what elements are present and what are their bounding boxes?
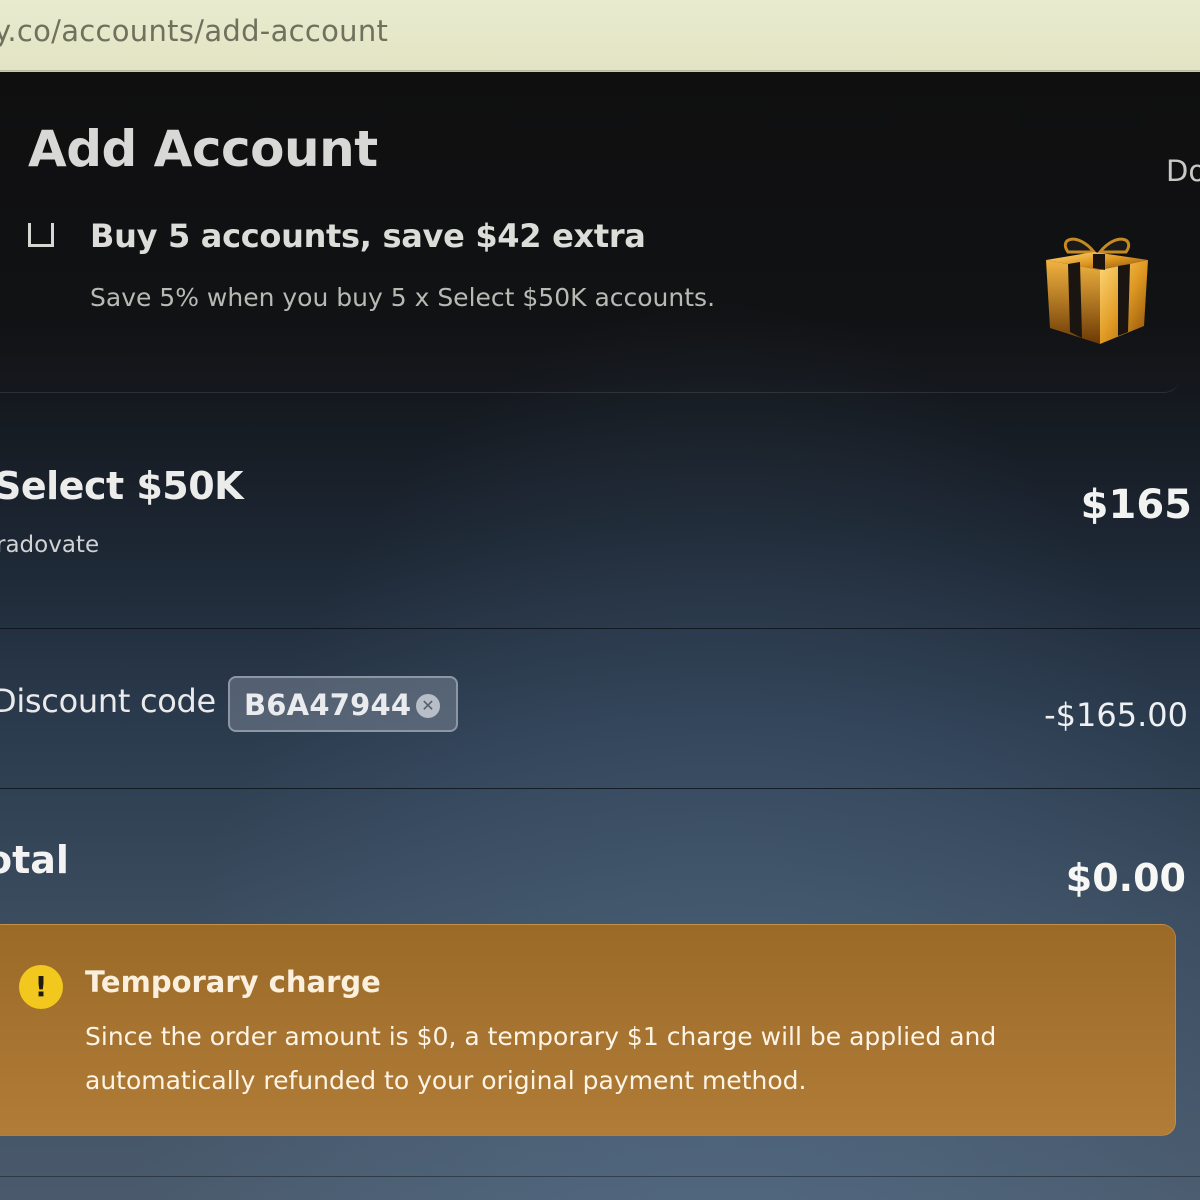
discount-code-value: B6A47944 [244, 688, 412, 722]
product-price: $165 [1080, 482, 1192, 528]
alert-title: Temporary charge [85, 965, 381, 999]
discount-code-chip: B6A47944 ✕ [228, 676, 458, 732]
divider [0, 788, 1200, 789]
bundle-offer-card[interactable]: Buy 5 accounts, save $42 extra Save 5% w… [0, 187, 1180, 393]
alert-body: Since the order amount is $0, a temporar… [85, 1022, 997, 1095]
browser-address-bar[interactable]: y.co/accounts/add-account [0, 0, 1200, 71]
discount-amount: -$165.00 [1044, 696, 1188, 734]
product-platform: radovate [0, 532, 100, 558]
remove-discount-icon[interactable]: ✕ [416, 694, 440, 718]
gift-icon [1046, 237, 1148, 344]
bundle-checkbox[interactable] [28, 223, 54, 247]
url-text[interactable]: y.co/accounts/add-account [0, 14, 388, 48]
bundle-offer-subtitle: Save 5% when you buy 5 x Select $50K acc… [90, 283, 716, 312]
top-right-link[interactable]: Do [1166, 154, 1200, 188]
page-title: Add Account [28, 120, 378, 178]
product-name: Select $50K [0, 464, 244, 508]
total-amount: $0.00 [1065, 856, 1186, 900]
bundle-offer-title: Buy 5 accounts, save $42 extra [90, 217, 646, 255]
add-account-page: Add Account Do Buy 5 accounts, save $42 … [0, 72, 1200, 1200]
discount-code-label: Discount code [0, 682, 216, 720]
divider [0, 628, 1200, 629]
temporary-charge-alert: ! Temporary charge Since the order amoun… [0, 924, 1176, 1136]
divider [0, 1176, 1200, 1177]
warning-icon: ! [19, 965, 63, 1009]
total-label: otal [0, 838, 69, 882]
